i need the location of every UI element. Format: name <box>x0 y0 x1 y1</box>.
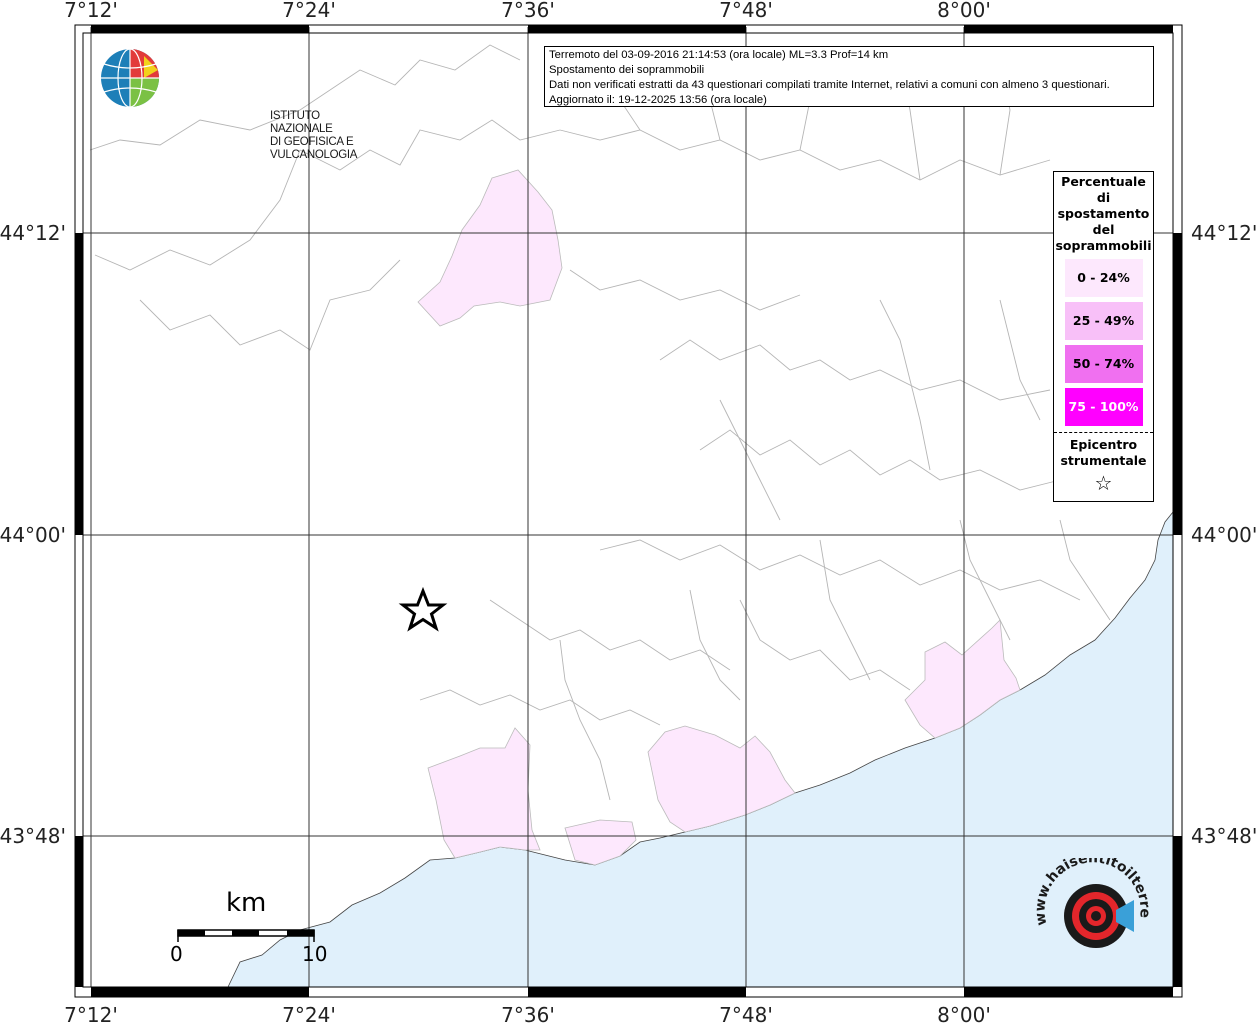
bottom-label: 7°12' <box>64 1003 118 1024</box>
right-label: 44°12' <box>1191 221 1256 245</box>
legend-title-line: di <box>1096 190 1111 205</box>
epicenter-legend-line: Epicentro <box>1069 437 1138 452</box>
title-line3: Dati non verificati estratti da 43 quest… <box>549 79 1110 91</box>
right-label: 44°00' <box>1191 523 1256 547</box>
scale-max: 10 <box>302 942 328 966</box>
right-label: 43°48' <box>1191 824 1256 848</box>
municipality-west-coast <box>427 727 541 859</box>
legend-item: 0 - 24% <box>1064 259 1143 297</box>
scale-min: 0 <box>170 942 183 966</box>
bottom-label: 7°36' <box>501 1003 555 1024</box>
globe-icon <box>101 48 159 108</box>
legend-item: 50 - 74% <box>1064 345 1143 383</box>
legend-title-line: del <box>1092 222 1115 237</box>
ingv-name-line1: ISTITUTO NAZIONALE <box>270 110 333 135</box>
scale-bar-graphic <box>177 929 315 942</box>
left-label: 43°48' <box>0 824 66 848</box>
epicenter-legend-line: strumentale <box>1060 453 1147 468</box>
hsit-target-icon: www.haisentitoilterremoto.it <box>1023 846 1153 948</box>
top-label: 7°48' <box>719 0 773 22</box>
title-box: Terremoto del 03-09-2016 21:14:53 (ora l… <box>544 46 1154 107</box>
title-line4: Aggiornato il: 19-12-2025 13:56 (ora loc… <box>549 94 767 106</box>
left-label: 44°00' <box>0 523 66 547</box>
top-label: 7°12' <box>64 0 118 22</box>
left-label: 44°12' <box>0 221 66 245</box>
epicenter-star-icon: ☆ <box>1094 471 1113 495</box>
epicenter-star <box>398 586 448 632</box>
legend-title-line: soprammobili <box>1055 238 1152 253</box>
legend-title: Percentuale di spostamento del soprammob… <box>1054 172 1153 254</box>
top-label: 7°24' <box>282 0 336 22</box>
municipality-north <box>417 169 563 327</box>
ingv-logo: ISTITUTO NAZIONALE DI GEOFISICA E VULCAN… <box>100 48 357 161</box>
title-line2: Spostamento dei soprammobili <box>549 64 705 76</box>
legend-title-line: spostamento <box>1057 206 1150 221</box>
hsit-logo: www.haisentitoilterremoto.it <box>1023 846 1165 978</box>
epicenter-legend-label: Epicentro strumentale <box>1054 433 1153 469</box>
top-label: 7°36' <box>501 0 555 22</box>
ingv-name: ISTITUTO NAZIONALE DI GEOFISICA E VULCAN… <box>270 110 357 162</box>
legend: Percentuale di spostamento del soprammob… <box>1053 171 1154 502</box>
bottom-label: 7°48' <box>719 1003 773 1024</box>
bottom-label: 7°24' <box>282 1003 336 1024</box>
ingv-name-line2: DI GEOFISICA E VULCANOLOGIA <box>270 136 358 161</box>
title-line1: Terremoto del 03-09-2016 21:14:53 (ora l… <box>549 49 889 61</box>
top-label: 8°00' <box>937 0 991 22</box>
scale-bar: km 0 10 <box>170 888 330 968</box>
bottom-label: 8°00' <box>937 1003 991 1024</box>
legend-item: 75 - 100% <box>1064 388 1143 426</box>
legend-item: 25 - 49% <box>1064 302 1143 340</box>
legend-title-line: Percentuale <box>1061 174 1146 189</box>
